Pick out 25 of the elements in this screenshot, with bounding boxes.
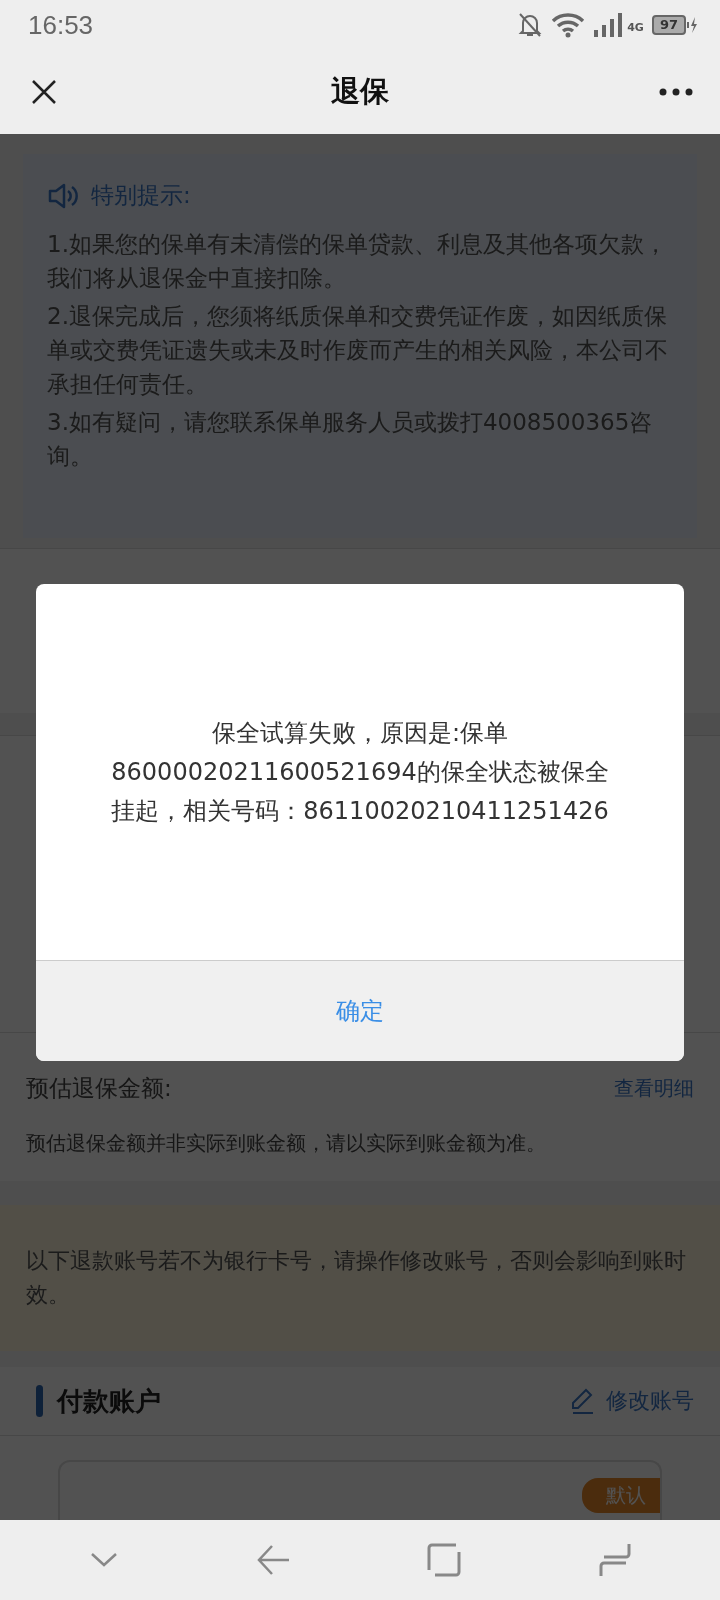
charging-icon (686, 15, 698, 35)
status-time: 16:53 (28, 9, 94, 41)
estimate-note: 预估退保金额并非实际到账金额，请以实际到账金额为准。 (26, 1130, 547, 1157)
section-title: 付款账户 (57, 1384, 161, 1418)
page-title: 退保 (330, 73, 390, 110)
estimate-label: 预估退保金额: (26, 1074, 172, 1103)
details-link[interactable]: 查看明细 (614, 1075, 694, 1102)
speaker-icon (47, 181, 79, 210)
close-icon (30, 78, 58, 106)
confirm-button[interactable]: 确定 (36, 961, 684, 1061)
dialog-message: 保全试算失败，原因是:保单86000020211600521694的保全状态被保全挂起，相关号码：86110020210411251426 (110, 717, 610, 827)
recent-apps-icon[interactable] (597, 1542, 632, 1578)
bell-off-icon (517, 11, 544, 39)
section-marker (36, 1385, 43, 1417)
network-type: 4G (627, 21, 644, 34)
home-icon[interactable] (426, 1543, 461, 1577)
back-icon[interactable] (255, 1543, 290, 1577)
edit-account-link[interactable]: 修改账号 (570, 1386, 694, 1416)
battery-level: 97 (651, 15, 686, 35)
wifi-icon (551, 12, 586, 38)
more-icon (659, 88, 693, 96)
notice-title: 特别提示: (91, 181, 191, 210)
default-tag: 默认 (582, 1478, 660, 1513)
pencil-icon (570, 1387, 596, 1415)
signal-icon (593, 12, 624, 38)
